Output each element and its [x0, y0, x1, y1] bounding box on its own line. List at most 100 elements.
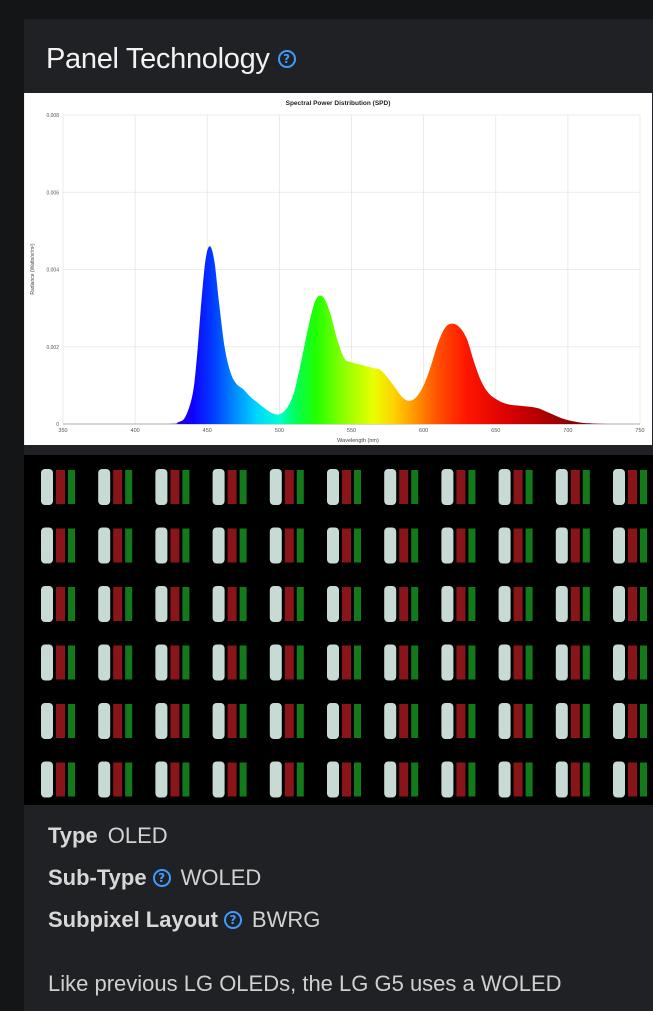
- chart-x-axis-label: Wavelength (nm): [337, 438, 379, 444]
- subpixel-red: [342, 762, 351, 797]
- subpixel-group: [98, 644, 133, 681]
- subpixel-group: [212, 644, 247, 681]
- section-title: Panel Technology: [46, 42, 270, 75]
- subpixel-white: [327, 469, 339, 505]
- subpixel-white: [269, 703, 282, 739]
- subpixel-white: [498, 586, 511, 622]
- subpixel-red: [342, 645, 351, 680]
- subpixel-red: [628, 528, 637, 563]
- subpixel-group: [98, 761, 133, 798]
- subpixel-group: [613, 586, 647, 622]
- spec-label-subtype: Sub-Type: [48, 865, 147, 890]
- subpixel-green: [354, 528, 361, 563]
- subpixel-green: [468, 704, 476, 738]
- subpixel-white: [212, 469, 225, 505]
- subpixel-green: [296, 645, 304, 680]
- subpixel-green: [640, 762, 647, 797]
- question-circle-icon[interactable]: ?: [152, 869, 171, 887]
- subpixel-green: [239, 645, 247, 680]
- question-circle-icon[interactable]: ?: [277, 50, 296, 68]
- subpixel-group: [498, 644, 533, 681]
- subpixel-red: [399, 762, 409, 797]
- subpixel-red: [456, 762, 466, 797]
- question-circle-icon[interactable]: ?: [223, 911, 242, 929]
- subpixel-red: [227, 704, 237, 738]
- subpixel-red: [56, 704, 65, 738]
- subpixel-red: [513, 587, 523, 621]
- spec-label-subpixel-layout: Subpixel Layout: [48, 907, 218, 932]
- subpixel-group: [613, 761, 647, 798]
- subpixel-group: [327, 469, 361, 505]
- subpixel-red: [513, 528, 523, 563]
- subpixel-white: [155, 527, 168, 564]
- subpixel-red: [399, 587, 409, 621]
- subpixel-green: [354, 762, 361, 797]
- subpixel-red: [284, 528, 294, 563]
- subpixel-red: [628, 762, 637, 797]
- subpixel-white: [555, 469, 568, 505]
- subpixel-green: [354, 470, 361, 504]
- subpixel-white: [212, 761, 225, 798]
- subpixel-white: [498, 644, 511, 681]
- subpixel-red: [284, 587, 294, 621]
- subpixel-group: [98, 469, 133, 505]
- x-tick-label: 350: [58, 428, 67, 434]
- subpixel-group: [41, 644, 75, 681]
- subpixel-red: [570, 470, 580, 504]
- subpixel-group: [384, 527, 419, 564]
- subpixel-white: [41, 586, 53, 622]
- subpixel-green: [640, 528, 647, 563]
- subpixel-white: [555, 761, 568, 798]
- x-tick-label: 400: [131, 428, 140, 434]
- subpixel-red: [570, 645, 580, 680]
- subpixel-red: [56, 587, 65, 621]
- subpixel-red: [456, 645, 466, 680]
- subpixel-green: [68, 762, 75, 797]
- subpixel-green: [411, 587, 419, 621]
- subpixel-green: [468, 528, 476, 563]
- subpixel-white: [41, 469, 53, 505]
- subpixel-green: [125, 762, 133, 797]
- subpixel-green: [468, 645, 476, 680]
- subpixel-green: [125, 587, 133, 621]
- spec-row-subtype: Sub-Type ? WOLED: [48, 857, 320, 899]
- subpixel-white: [98, 703, 111, 739]
- subpixel-green: [182, 645, 190, 680]
- subpixel-green: [296, 470, 304, 504]
- subpixel-group: [155, 644, 190, 681]
- subpixel-group: [327, 703, 361, 739]
- subpixel-green: [296, 762, 304, 797]
- subpixel-green: [239, 528, 247, 563]
- subpixel-green: [354, 704, 361, 738]
- subpixel-white: [441, 703, 454, 739]
- subpixel-white: [384, 761, 397, 798]
- subpixel-white: [269, 527, 282, 564]
- subpixel-white: [555, 703, 568, 739]
- subpixel-red: [456, 528, 466, 563]
- subpixel-red: [227, 528, 237, 563]
- subpixel-red: [342, 470, 351, 504]
- subpixel-green: [182, 528, 190, 563]
- x-tick-label: 750: [635, 428, 644, 434]
- x-tick-label: 450: [203, 428, 212, 434]
- subpixel-white: [384, 527, 397, 564]
- subpixel-red: [570, 528, 580, 563]
- subpixel-red: [570, 762, 580, 797]
- subpixel-red: [628, 645, 637, 680]
- subpixel-group: [212, 703, 247, 739]
- y-tick-label: 0.008: [46, 113, 59, 119]
- subpixel-group: [613, 644, 647, 681]
- subpixel-white: [498, 703, 511, 739]
- subpixel-green: [582, 762, 590, 797]
- subpixel-green: [525, 470, 533, 504]
- subpixel-red: [170, 645, 180, 680]
- subpixel-group: [384, 703, 419, 739]
- subpixel-group: [212, 761, 247, 798]
- subpixel-red: [284, 762, 294, 797]
- subpixel-white: [269, 644, 282, 681]
- spd-chart-svg: Spectral Power Distribution (SPD) Wavele…: [30, 100, 645, 444]
- subpixel-group: [498, 469, 533, 505]
- subpixel-group: [441, 761, 476, 798]
- subpixel-white: [269, 761, 282, 798]
- spec-row-subpixel-layout: Subpixel Layout ? BWRG: [48, 899, 320, 941]
